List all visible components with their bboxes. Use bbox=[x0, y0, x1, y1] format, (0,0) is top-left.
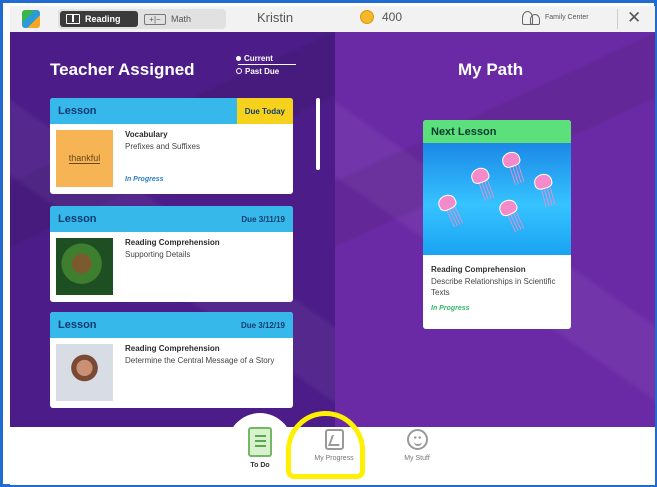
subject-reading-button[interactable]: Reading bbox=[60, 11, 138, 27]
people-icon bbox=[522, 11, 540, 25]
filter-past-due[interactable]: Past Due bbox=[236, 65, 296, 77]
lesson-subject: Vocabulary bbox=[125, 130, 168, 139]
next-lesson-topic: Describe Relationships in Scientific Tex… bbox=[431, 277, 556, 297]
smile-icon bbox=[406, 429, 428, 450]
nav-my-stuff[interactable]: My Stuff bbox=[386, 429, 448, 462]
coin-count: 400 bbox=[382, 10, 403, 24]
jellyfish-shape bbox=[496, 196, 520, 219]
assignment-scrollbar[interactable] bbox=[316, 98, 320, 170]
next-lesson-label: Next Lesson bbox=[423, 120, 571, 143]
lesson-type: Lesson bbox=[58, 319, 97, 331]
bottom-navigation: To Do My Progress My Stuff bbox=[10, 413, 655, 485]
top-divider bbox=[617, 9, 618, 29]
user-name: Kristin bbox=[257, 10, 294, 25]
clipboard-icon bbox=[248, 427, 272, 457]
lesson-text: Reading Comprehension Determine the Cent… bbox=[125, 344, 285, 366]
coin-balance: 400 bbox=[360, 10, 402, 24]
jellyfish-shape bbox=[500, 149, 522, 170]
main-content: Teacher Assigned Current Past Due Lesson… bbox=[10, 32, 655, 427]
next-lesson-status: In Progress bbox=[431, 305, 470, 312]
lesson-topic: Prefixes and Suffixes bbox=[125, 142, 201, 151]
lesson-card-supporting-details[interactable]: Lesson Due 3/11/19 Reading Comprehension… bbox=[50, 206, 293, 302]
nav-my-progress-label: My Progress bbox=[314, 455, 354, 462]
lesson-text: Vocabulary Prefixes and Suffixes bbox=[125, 130, 285, 152]
lesson-text: Reading Comprehension Supporting Details bbox=[125, 238, 285, 260]
due-date: Due 3/11/19 bbox=[241, 214, 285, 224]
chart-icon bbox=[324, 429, 344, 450]
nav-to-do[interactable]: To Do bbox=[233, 427, 287, 469]
lesson-card-header: Lesson Due 3/11/19 bbox=[50, 206, 293, 232]
subject-toggle[interactable]: Reading +|− Math bbox=[58, 9, 226, 29]
subject-math-label: Math bbox=[171, 14, 192, 24]
lesson-card-header: Lesson Due 3/12/19 bbox=[50, 312, 293, 338]
lesson-card-body: thankful Vocabulary Prefixes and Suffixe… bbox=[50, 124, 293, 194]
coin-icon bbox=[360, 10, 374, 24]
my-path-title: My Path bbox=[458, 60, 524, 79]
lesson-card-central-message[interactable]: Lesson Due 3/12/19 Reading Comprehension… bbox=[50, 312, 293, 408]
family-center-label: Family Center bbox=[545, 14, 589, 21]
nav-my-stuff-label: My Stuff bbox=[404, 455, 430, 462]
jellyfish-image bbox=[423, 143, 571, 255]
lesson-thumbnail bbox=[56, 238, 113, 295]
lesson-card-vocabulary[interactable]: Lesson Due Today thankful Vocabulary Pre… bbox=[50, 98, 293, 194]
next-lesson-card[interactable]: Next Lesson Reading Comprehension Descri… bbox=[423, 120, 571, 329]
family-center-button[interactable]: Family Center bbox=[522, 11, 589, 25]
next-lesson-subject: Reading Comprehension bbox=[431, 265, 526, 274]
subject-math-button[interactable]: +|− Math bbox=[144, 11, 220, 27]
radio-selected-icon bbox=[236, 55, 241, 61]
math-icon: +|− bbox=[144, 13, 166, 25]
lesson-thumbnail bbox=[56, 344, 113, 401]
assignment-filter[interactable]: Current Past Due bbox=[236, 52, 296, 77]
lesson-thumbnail: thankful bbox=[56, 130, 113, 187]
filter-current-label: Current bbox=[244, 53, 273, 63]
jellyfish-shape bbox=[532, 171, 554, 192]
thumbnail-word: thankful bbox=[68, 153, 101, 164]
nav-my-progress[interactable]: My Progress bbox=[303, 429, 365, 462]
lesson-subject: Reading Comprehension bbox=[125, 344, 220, 353]
lesson-topic: Determine the Central Message of a Story bbox=[125, 356, 275, 365]
nav-to-do-label: To Do bbox=[250, 462, 270, 469]
lesson-card-body: Reading Comprehension Determine the Cent… bbox=[50, 338, 293, 408]
lesson-card-body: Reading Comprehension Supporting Details bbox=[50, 232, 293, 302]
book-icon bbox=[66, 14, 80, 24]
lesson-type: Lesson bbox=[58, 105, 97, 117]
jellyfish-shape bbox=[468, 165, 492, 186]
lesson-card-header: Lesson Due Today bbox=[50, 98, 293, 124]
lesson-subject: Reading Comprehension bbox=[125, 238, 220, 247]
radio-unselected-icon bbox=[236, 68, 242, 74]
filter-current[interactable]: Current bbox=[236, 52, 296, 64]
teacher-assigned-title: Teacher Assigned bbox=[50, 60, 195, 79]
due-date: Due 3/12/19 bbox=[240, 320, 285, 330]
subject-reading-label: Reading bbox=[85, 14, 121, 24]
next-lesson-text: Reading Comprehension Describe Relations… bbox=[431, 265, 566, 312]
top-bar: Reading +|− Math Kristin 400 Family Cent… bbox=[10, 6, 655, 32]
due-badge: Due Today bbox=[236, 98, 293, 124]
app-logo-icon bbox=[22, 10, 40, 28]
lesson-type: Lesson bbox=[58, 213, 97, 225]
lesson-status: In Progress bbox=[125, 176, 164, 183]
filter-past-due-label: Past Due bbox=[245, 66, 280, 76]
lesson-topic: Supporting Details bbox=[125, 250, 191, 259]
close-icon[interactable]: ✕ bbox=[627, 8, 641, 28]
jellyfish-shape bbox=[435, 191, 459, 214]
